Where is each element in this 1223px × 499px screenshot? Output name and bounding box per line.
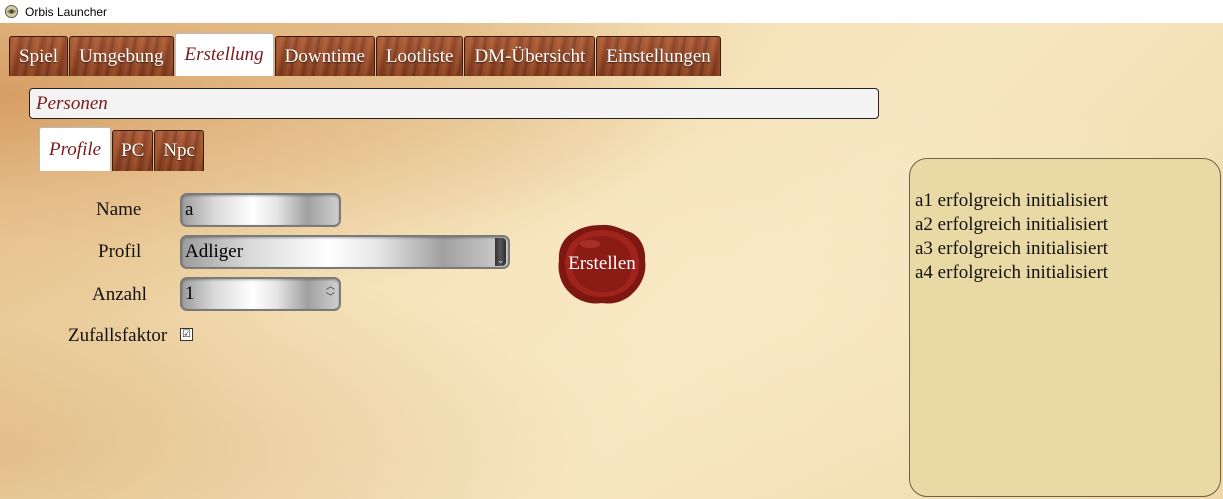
orbis-app-icon xyxy=(4,4,19,19)
stepper-arrows[interactable]: ︿ ﹀ xyxy=(326,281,335,303)
tab-umgebung[interactable]: Umgebung xyxy=(69,36,174,76)
log-line: a3 erfolgreich initialisiert xyxy=(915,238,1109,259)
tab-downtime[interactable]: Downtime xyxy=(274,36,375,76)
subtab-profile[interactable]: Profile xyxy=(39,127,112,171)
log-panel[interactable]: a1 erfolgreich initialisiert a2 erfolgre… xyxy=(909,158,1221,497)
anzahl-stepper[interactable]: 1 ︿ ﹀ xyxy=(180,277,341,311)
log-line: a2 erfolgreich initialisiert xyxy=(915,214,1109,235)
chevron-up-icon[interactable]: ︿ xyxy=(326,281,335,292)
subtab-pc[interactable]: PC xyxy=(112,130,154,171)
window-title: Orbis Launcher xyxy=(25,4,108,19)
main-tab-bar: Spiel Umgebung Erstellung Downtime Lootl… xyxy=(9,33,722,76)
chevron-down-icon[interactable]: ⌄ xyxy=(495,238,506,266)
subtab-npc[interactable]: Npc xyxy=(154,130,204,171)
title-bar: Orbis Launcher xyxy=(0,0,1223,23)
profil-select-value: Adliger xyxy=(185,241,244,262)
log-line: a1 erfolgreich initialisiert xyxy=(915,190,1109,211)
section-selector-personen[interactable]: Personen xyxy=(29,88,879,119)
tab-einstellungen[interactable]: Einstellungen xyxy=(596,36,721,76)
name-input-value: a xyxy=(185,199,194,220)
zufallsfaktor-checkbox[interactable]: ☑ xyxy=(180,328,193,341)
tab-erstellung[interactable]: Erstellung xyxy=(174,33,274,76)
profil-label: Profil xyxy=(98,241,142,262)
zufallsfaktor-label: Zufallsfaktor xyxy=(68,325,168,346)
anzahl-label: Anzahl xyxy=(92,284,147,305)
section-title: Personen xyxy=(36,92,108,114)
sub-tab-bar: Profile PC Npc xyxy=(39,127,205,171)
name-input[interactable]: a xyxy=(180,193,341,227)
anzahl-stepper-value: 1 xyxy=(185,283,195,304)
name-label: Name xyxy=(96,199,142,220)
profil-select[interactable]: Adliger ⌄ xyxy=(180,235,510,269)
log-line: a4 erfolgreich initialisiert xyxy=(915,262,1109,283)
chevron-down-icon[interactable]: ﹀ xyxy=(326,292,335,303)
erstellen-button-label: Erstellen xyxy=(568,253,636,274)
tab-dm-uebersicht[interactable]: DM-Übersicht xyxy=(464,36,596,76)
tab-lootliste[interactable]: Lootliste xyxy=(375,36,464,76)
tab-spiel[interactable]: Spiel xyxy=(9,36,69,76)
erstellen-button[interactable]: Erstellen xyxy=(556,222,648,304)
